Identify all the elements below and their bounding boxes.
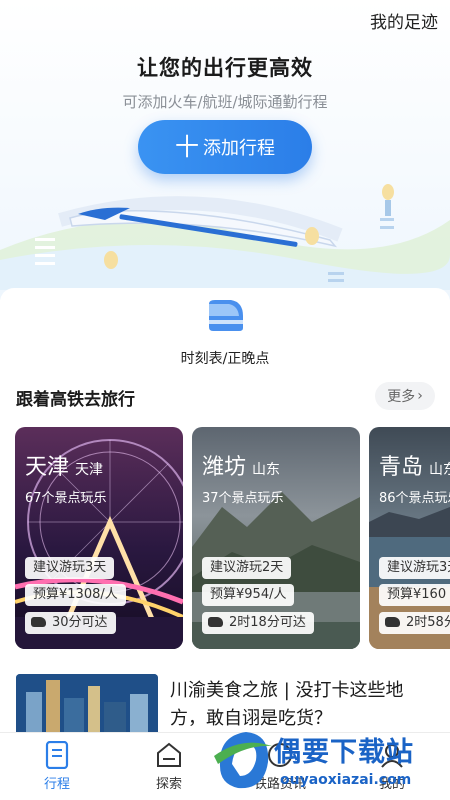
hero-title: 让您的出行更高效 bbox=[137, 56, 313, 80]
card-spots: 86个景点玩乐 bbox=[379, 491, 450, 506]
city-region: 山东 bbox=[429, 462, 450, 478]
train-icon bbox=[208, 617, 223, 627]
budget-tag: 预算¥954/人 bbox=[202, 584, 295, 606]
timetable-entry[interactable]: 时刻表/正晚点 bbox=[165, 298, 285, 368]
tab-label: 探索 bbox=[155, 777, 182, 792]
more-label: 更多 bbox=[387, 389, 416, 405]
duration-tag: 2时58分 bbox=[379, 612, 450, 634]
city-name: 天津 bbox=[25, 455, 70, 480]
suggest-days-tag: 建议游玩3天 bbox=[25, 557, 115, 579]
home-icon bbox=[157, 742, 181, 767]
card-city: 天津 天津 bbox=[25, 449, 103, 481]
plus-icon: 十 bbox=[175, 133, 199, 161]
suggest-days-tag: 建议游玩2天 bbox=[202, 557, 292, 579]
add-trip-label: 添加行程 bbox=[203, 138, 275, 159]
duration-text: 30分可达 bbox=[52, 615, 108, 630]
more-button[interactable]: 更多 › bbox=[375, 382, 435, 410]
train-icon bbox=[31, 617, 46, 627]
duration-text: 2时18分可达 bbox=[229, 615, 306, 630]
hero-subtitle: 可添加火车/航班/城际通勤行程 bbox=[122, 93, 328, 111]
watermark-url: ouyaoxiazai.com bbox=[280, 772, 412, 788]
city-name: 青岛 bbox=[379, 455, 424, 480]
city-region: 山东 bbox=[252, 462, 281, 478]
budget-tag: 预算¥1308/人 bbox=[25, 584, 126, 606]
destination-card-qingdao[interactable]: 青岛山东 86个景点玩乐 建议游玩3天 预算¥160 2时58分 bbox=[369, 427, 450, 649]
train-icon bbox=[385, 617, 400, 627]
watermark-logo-icon bbox=[214, 732, 272, 789]
section-title: 跟着高铁去旅行 bbox=[16, 390, 135, 410]
trip-doc-icon bbox=[45, 741, 69, 769]
chevron-right-icon: › bbox=[417, 388, 423, 404]
card-spots: 37个景点玩乐 bbox=[202, 491, 284, 506]
suggest-days-tag: 建议游玩3天 bbox=[379, 557, 450, 579]
duration-tag: 2时18分可达 bbox=[202, 612, 314, 634]
card-city: 潍坊 山东 bbox=[202, 449, 280, 481]
train-front-icon bbox=[209, 300, 243, 331]
hero-section: 我的足迹 让您的出行更高效 可添加火车/航班/城际通勤行程 十 添加行程 bbox=[0, 0, 450, 300]
my-footprint-link[interactable]: 我的足迹 bbox=[370, 8, 438, 33]
tab-label: 行程 bbox=[43, 777, 70, 792]
site-watermark: 偶要下载站 ouyaoxiazai.com bbox=[208, 722, 450, 800]
tab-trips[interactable]: 行程 bbox=[17, 741, 97, 792]
destination-card-weifang[interactable]: 潍坊 山东 37个景点玩乐 建议游玩2天 预算¥954/人 2时18分可达 bbox=[192, 427, 360, 649]
city-name: 潍坊 bbox=[202, 455, 247, 480]
tab-explore[interactable]: 探索 bbox=[129, 741, 209, 792]
article-thumbnail bbox=[16, 674, 158, 732]
timetable-label: 时刻表/正晚点 bbox=[180, 351, 270, 367]
duration-tag: 30分可达 bbox=[25, 612, 116, 634]
duration-text: 2时58分 bbox=[406, 615, 450, 630]
card-spots: 67个景点玩乐 bbox=[25, 491, 107, 506]
destination-card-tianjin[interactable]: 天津 天津 67个景点玩乐 建议游玩3天 预算¥1308/人 30分可达 bbox=[15, 427, 183, 649]
add-trip-button[interactable]: 十 添加行程 bbox=[138, 120, 312, 174]
budget-tag: 预算¥160 bbox=[379, 584, 450, 606]
watermark-title: 偶要下载站 bbox=[274, 737, 414, 768]
hero-train-illustration bbox=[0, 184, 450, 290]
card-city: 青岛山东 bbox=[379, 449, 450, 481]
city-region: 天津 bbox=[75, 462, 104, 478]
